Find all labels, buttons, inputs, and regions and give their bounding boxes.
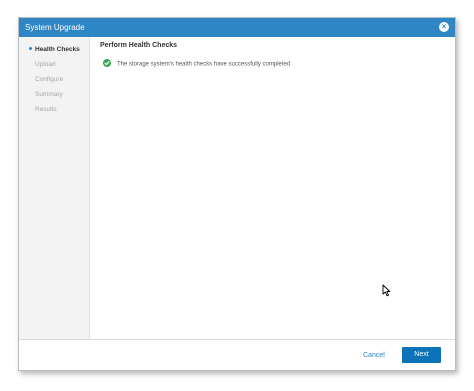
next-button[interactable]: Next xyxy=(402,347,441,363)
mouse-pointer-icon xyxy=(382,284,391,297)
step-summary: Summary xyxy=(35,91,63,98)
dialog-footer: Cancel Next xyxy=(19,339,455,370)
dialog-title: System Upgrade xyxy=(25,23,85,32)
page-title: Perform Health Checks xyxy=(100,42,178,49)
step-results: Results xyxy=(35,106,57,113)
step-upload: Upload xyxy=(35,61,56,68)
dialog-titlebar: System Upgrade × xyxy=(19,18,455,37)
active-step-dot-icon xyxy=(29,46,32,50)
system-upgrade-dialog: System Upgrade × Health Checks Upload Co… xyxy=(18,17,456,371)
wizard-content: Perform Health Checks The storage system… xyxy=(91,37,455,339)
cancel-button[interactable]: Cancel xyxy=(363,352,385,359)
close-icon[interactable]: × xyxy=(439,22,449,32)
wizard-steps-sidebar: Health Checks Upload Configure Summary R… xyxy=(19,37,90,339)
check-circle-icon xyxy=(103,59,111,67)
step-configure: Configure xyxy=(35,76,64,83)
step-health-checks[interactable]: Health Checks xyxy=(19,44,90,56)
health-check-status: The storage system's health checks have … xyxy=(103,59,291,69)
status-message: The storage system's health checks have … xyxy=(117,61,291,68)
